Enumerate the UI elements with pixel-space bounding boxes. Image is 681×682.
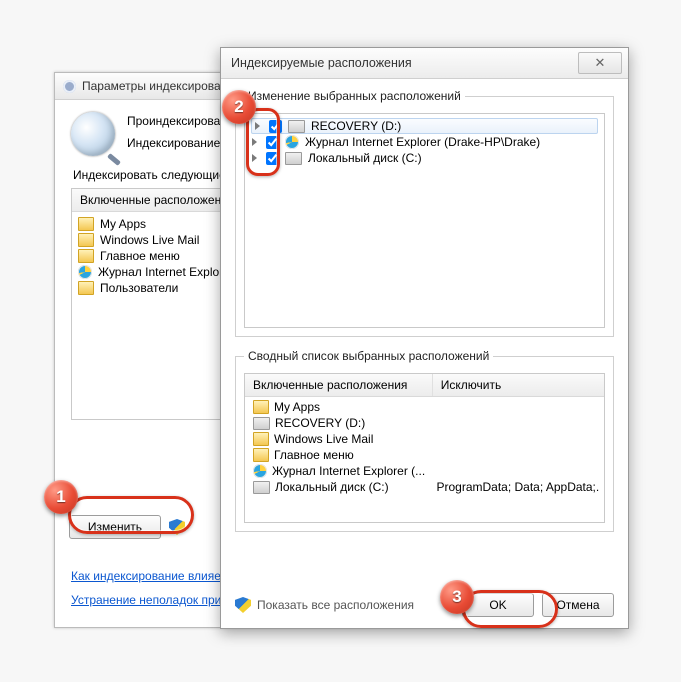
folder-icon — [253, 400, 269, 414]
summary-header-included[interactable]: Включенные расположения — [245, 374, 433, 396]
folder-icon — [78, 217, 94, 231]
included-location-label: Журнал Internet Explorer — [98, 265, 234, 279]
summary-cell-label: Локальный диск (C:) — [275, 480, 389, 494]
summary-cell-exclude — [432, 463, 600, 479]
summary-table: Включенные расположения Исключить My App… — [244, 373, 605, 523]
summary-legend: Сводный список выбранных расположений — [244, 349, 493, 363]
change-locations-group: Изменение выбранных расположений RECOVER… — [235, 89, 614, 337]
help-link-troubleshoot[interactable]: Устранение неполадок при — [71, 593, 226, 607]
annotation-badge-3: 3 — [440, 580, 474, 614]
close-button[interactable]: ✕ — [578, 52, 622, 74]
ie-icon — [78, 265, 92, 279]
summary-cell-exclude — [432, 399, 600, 415]
expander-icon[interactable] — [251, 154, 260, 163]
folder-icon — [78, 233, 94, 247]
shield-icon — [169, 519, 185, 535]
ie-icon — [253, 464, 267, 478]
tree-item-label: Локальный диск (C:) — [308, 151, 422, 165]
expander-icon[interactable] — [254, 122, 263, 131]
drive-icon — [285, 152, 302, 165]
summary-cell-included: RECOVERY (D:) — [249, 415, 432, 431]
expander-icon[interactable] — [251, 138, 260, 147]
summary-cell-exclude — [432, 415, 600, 431]
help-links: Как индексирование влияет Устранение неп… — [71, 569, 226, 607]
modify-button[interactable]: Изменить — [69, 515, 161, 539]
folder-icon — [78, 281, 94, 295]
indexed-locations-titlebar: Индексируемые расположения ✕ — [221, 48, 628, 79]
included-location-label: My Apps — [100, 217, 146, 231]
summary-row[interactable]: Локальный диск (C:) ProgramData; Data; Ap… — [249, 479, 600, 495]
summary-cell-exclude — [432, 447, 600, 463]
summary-row[interactable]: Журнал Internet Explorer (... — [249, 463, 600, 479]
locations-tree[interactable]: RECOVERY (D:) Журнал Internet Explorer (D… — [244, 113, 605, 328]
summary-row[interactable]: My Apps — [249, 399, 600, 415]
tree-item[interactable]: Локальный диск (C:) — [251, 150, 598, 166]
show-all-label: Показать все расположения — [257, 598, 414, 612]
summary-cell-label: Журнал Internet Explorer (... — [272, 464, 425, 478]
annotation-badge-1: 1 — [44, 480, 78, 514]
ie-icon — [285, 135, 299, 149]
included-location-label: Пользователи — [100, 281, 178, 295]
status-lines: Проиндексировано Индексирование — [127, 112, 234, 156]
show-all-locations-button[interactable]: Показать все расположения — [235, 597, 414, 613]
tree-item-label: Журнал Internet Explorer (Drake-HP\Drake… — [305, 135, 540, 149]
summary-cell-included: Windows Live Mail — [249, 431, 432, 447]
magnifier-icon — [71, 112, 115, 156]
gear-icon — [63, 80, 76, 93]
summary-cell-exclude — [432, 431, 600, 447]
indexed-count-label: Проиндексировано — [127, 114, 234, 128]
drive-icon — [253, 417, 270, 430]
help-link-effects[interactable]: Как индексирование влияет — [71, 569, 226, 583]
tree-checkbox[interactable] — [266, 152, 279, 165]
cancel-button[interactable]: Отмена — [542, 593, 614, 617]
annotation-badge-2: 2 — [222, 90, 256, 124]
summary-cell-included: Локальный диск (C:) — [249, 479, 432, 495]
dialog-buttons: OK Отмена — [462, 593, 614, 617]
drive-icon — [288, 120, 305, 133]
tree-checkbox[interactable] — [269, 120, 282, 133]
summary-cell-label: Главное меню — [274, 448, 354, 462]
summary-row[interactable]: RECOVERY (D:) — [249, 415, 600, 431]
summary-row[interactable]: Главное меню — [249, 447, 600, 463]
indexing-options-buttons: Изменить — [69, 515, 185, 539]
indexed-locations-dialog: Индексируемые расположения ✕ Изменение в… — [220, 47, 629, 629]
shield-icon — [235, 597, 251, 613]
drive-icon — [253, 481, 270, 494]
summary-row[interactable]: Windows Live Mail — [249, 431, 600, 447]
summary-group: Сводный список выбранных расположений Вк… — [235, 349, 614, 532]
included-location-label: Главное меню — [100, 249, 180, 263]
folder-icon — [253, 432, 269, 446]
tree-checkbox[interactable] — [266, 136, 279, 149]
summary-cell-included: Журнал Internet Explorer (... — [249, 463, 432, 479]
summary-header-exclude[interactable]: Исключить — [433, 374, 604, 396]
indexing-status-label: Индексирование — [127, 136, 234, 150]
folder-icon — [78, 249, 94, 263]
tree-item[interactable]: Журнал Internet Explorer (Drake-HP\Drake… — [251, 134, 598, 150]
change-locations-legend: Изменение выбранных расположений — [244, 89, 465, 103]
tree-item-label: RECOVERY (D:) — [311, 119, 401, 133]
summary-cell-exclude: ProgramData; Data; AppData;... — [432, 479, 600, 495]
summary-cell-included: Главное меню — [249, 447, 432, 463]
indexed-locations-body: Изменение выбранных расположений RECOVER… — [221, 79, 628, 629]
summary-cell-included: My Apps — [249, 399, 432, 415]
indexed-locations-footer: Показать все расположения OK Отмена — [235, 593, 614, 617]
included-location-label: Windows Live Mail — [100, 233, 199, 247]
summary-cell-label: RECOVERY (D:) — [275, 416, 365, 430]
tree-item[interactable]: RECOVERY (D:) — [251, 118, 598, 134]
summary-cell-label: My Apps — [274, 400, 320, 414]
summary-header-row: Включенные расположения Исключить — [245, 374, 604, 397]
indexed-locations-title: Индексируемые расположения — [231, 56, 412, 70]
summary-cell-label: Windows Live Mail — [274, 432, 373, 446]
close-icon: ✕ — [595, 55, 606, 71]
folder-icon — [253, 448, 269, 462]
indexing-options-title: Параметры индексирования — [82, 79, 240, 93]
